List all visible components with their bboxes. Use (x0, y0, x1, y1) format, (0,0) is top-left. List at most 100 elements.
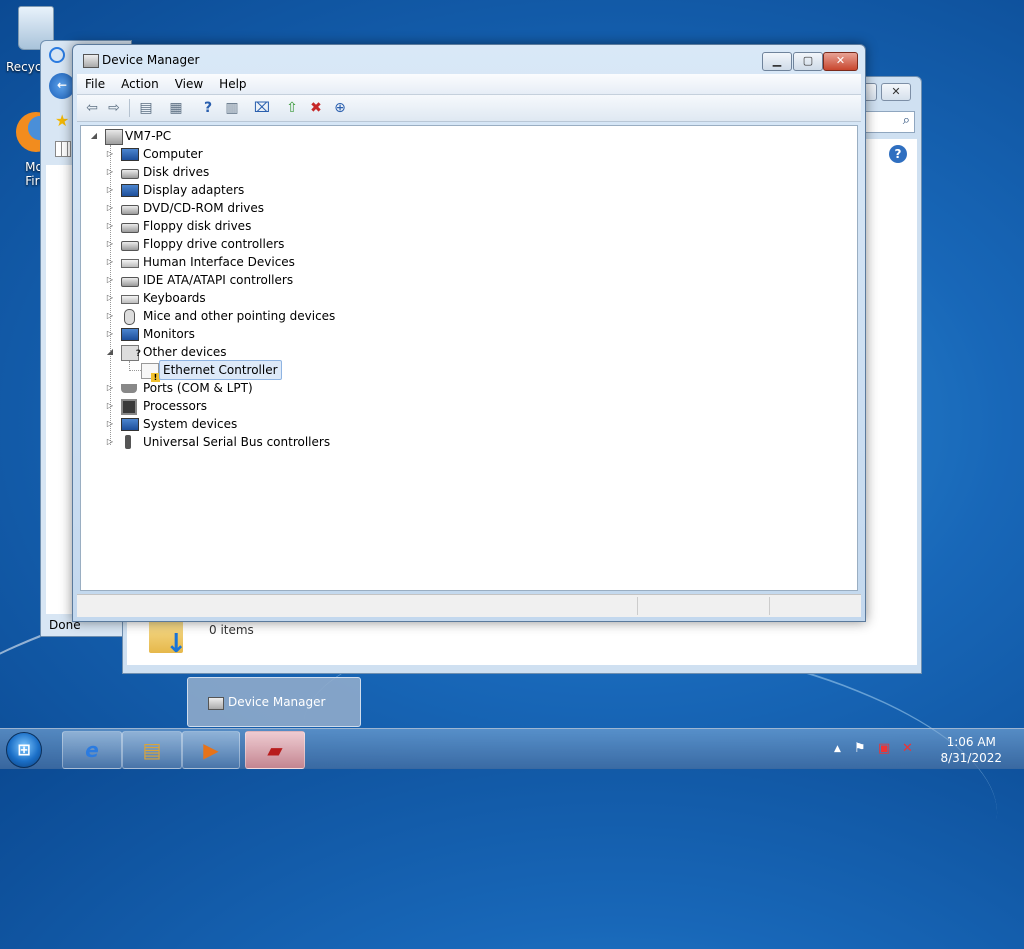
system-tray: ▲ ⚑ ▣ ✕ 1:06 AM 8/31/2022 (834, 729, 1024, 769)
taskbar-media-player[interactable]: ▶ (182, 731, 240, 769)
disable-icon[interactable]: ⊕ (331, 99, 349, 117)
search-icon[interactable]: ⌕ (903, 113, 910, 128)
taskbar: ⊞ e ▤ ▶ ▰ ▲ ⚑ ▣ ✕ 1:06 AM 8/31/2022 (0, 728, 1024, 769)
device-manager-title-icon (83, 54, 99, 68)
minimize-button[interactable]: ▁ (762, 52, 792, 71)
expand-arrow-icon[interactable]: ▷ (105, 145, 115, 163)
display-adapter-icon (121, 184, 139, 197)
ide-controller-icon (121, 277, 139, 287)
expand-arrow-icon[interactable]: ▷ (105, 397, 115, 415)
expand-arrow-icon[interactable]: ▷ (105, 415, 115, 433)
clock[interactable]: 1:06 AM 8/31/2022 (940, 734, 1002, 766)
tree-item-label: IDE ATA/ATAPI controllers (143, 273, 294, 287)
taskbar-thumbnail[interactable]: Device Manager (187, 677, 361, 727)
scan-hardware-icon[interactable]: ⌧ (253, 99, 271, 117)
computer-icon (121, 148, 139, 161)
volume-muted-icon[interactable]: ✕ (902, 741, 913, 756)
expand-arrow-icon[interactable]: ▷ (105, 235, 115, 253)
tree-item-label: Processors (143, 399, 208, 413)
show-hide-console-tree-icon[interactable]: ▤ (137, 99, 155, 117)
help-icon[interactable]: ? (889, 145, 907, 163)
close-button[interactable]: ✕ (823, 52, 858, 71)
tree-item-label: Other devices (143, 345, 227, 359)
port-icon (121, 384, 137, 393)
tree-item-label: Display adapters (143, 183, 245, 197)
tree-item-label: System devices (143, 417, 238, 431)
tree-item-label: Computer (143, 147, 203, 161)
back-icon[interactable]: ⇦ (83, 99, 101, 117)
clock-date: 8/31/2022 (940, 751, 1002, 765)
favorites-star-icon[interactable]: ★ (55, 111, 69, 130)
taskbar-internet-explorer[interactable]: e (62, 731, 122, 769)
folder-icon: ▤ (142, 738, 162, 762)
system-device-icon (121, 418, 139, 431)
expand-arrow-icon[interactable]: ▷ (105, 433, 115, 451)
menu-bar: File Action View Help (77, 74, 861, 95)
tree-item-label: Floppy disk drives (143, 219, 252, 233)
collapse-arrow-icon[interactable]: ◢ (105, 343, 115, 361)
warning-device-icon (141, 363, 160, 382)
expand-arrow-icon[interactable]: ▷ (105, 163, 115, 181)
action-pane-icon[interactable]: ▥ (223, 99, 241, 117)
expand-arrow-icon[interactable]: ▷ (105, 307, 115, 325)
taskbar-windows-explorer[interactable]: ▤ (122, 731, 182, 769)
expand-arrow-icon[interactable]: ▷ (105, 325, 115, 343)
maximize-button[interactable]: ▢ (793, 52, 823, 71)
device-manager-icon (208, 697, 224, 710)
expand-arrow-icon[interactable]: ▷ (105, 289, 115, 307)
floppy-controller-icon (121, 241, 139, 251)
expand-arrow-icon[interactable]: ▷ (105, 379, 115, 397)
status-bar (77, 594, 861, 617)
computer-root-icon (105, 129, 123, 145)
root-label: VM7-PC (125, 129, 172, 143)
items-count: 0 items (209, 623, 254, 637)
properties-icon[interactable]: ▦ (167, 99, 185, 117)
usb-icon (125, 435, 131, 449)
ie-logo-icon (49, 47, 65, 63)
network-icon[interactable]: ▣ (878, 741, 890, 756)
tree-item-label: Universal Serial Bus controllers (143, 435, 331, 449)
start-button[interactable]: ⊞ (6, 732, 42, 768)
tree-item-label: Human Interface Devices (143, 255, 295, 269)
expand-arrow-icon[interactable]: ▷ (105, 253, 115, 271)
clock-time: 1:06 AM (946, 735, 996, 749)
window-title: Device Manager (102, 53, 200, 67)
menu-action[interactable]: Action (113, 74, 167, 92)
menu-view[interactable]: View (167, 74, 211, 92)
tree-item-label: Ports (COM & LPT) (143, 381, 253, 395)
tree-item-label: Monitors (143, 327, 195, 341)
tree-item-label: Mice and other pointing devices (143, 309, 336, 323)
toolbar-separator (129, 99, 130, 117)
menu-file[interactable]: File (77, 74, 113, 92)
collapse-arrow-icon[interactable]: ◢ (89, 127, 99, 145)
quick-tabs-icon[interactable] (55, 141, 71, 157)
expand-arrow-icon[interactable]: ▷ (105, 217, 115, 235)
tree-item-label: Disk drives (143, 165, 210, 179)
expand-arrow-icon[interactable]: ▷ (105, 271, 115, 289)
tree-item-label: Keyboards (143, 291, 206, 305)
disk-drive-icon (121, 169, 139, 179)
status-divider (637, 597, 638, 615)
expand-arrow-icon[interactable]: ▷ (105, 199, 115, 217)
hid-icon (121, 259, 139, 268)
toolbox-icon: ▰ (267, 738, 283, 762)
thumbnail-label: Device Manager (228, 695, 326, 709)
expand-arrow-icon[interactable]: ▷ (105, 181, 115, 199)
media-player-icon: ▶ (203, 738, 219, 762)
keyboard-icon (121, 295, 139, 304)
help-icon[interactable]: ? (199, 99, 217, 117)
dvd-drive-icon (121, 205, 139, 215)
taskbar-device-manager[interactable]: ▰ (245, 731, 305, 769)
close-button[interactable]: ✕ (881, 83, 911, 101)
status-divider (769, 597, 770, 615)
device-manager-window[interactable]: Device Manager ▁ ▢ ✕ File Action View Help … (72, 44, 866, 622)
menu-help[interactable]: Help (211, 74, 254, 92)
tree-item-label: Floppy drive controllers (143, 237, 285, 251)
uninstall-icon[interactable]: ✖ (307, 99, 325, 117)
device-tree: ◢ VM7-PC ▷ Computer ▷ Disk drives ▷ Disp… (80, 125, 858, 591)
forward-icon[interactable]: ⇨ (105, 99, 123, 117)
show-hidden-icons-arrow[interactable]: ▲ (834, 744, 841, 754)
tree-item-label: DVD/CD-ROM drives (143, 201, 265, 215)
action-center-flag-icon[interactable]: ⚑ (854, 741, 866, 756)
update-driver-icon[interactable]: ⇧ (283, 99, 301, 117)
